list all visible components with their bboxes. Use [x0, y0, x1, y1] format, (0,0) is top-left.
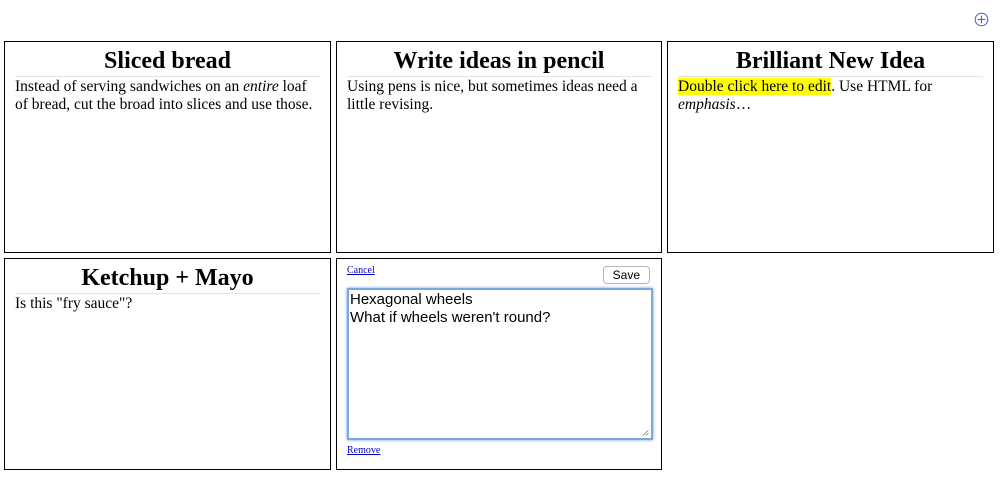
note-textarea[interactable]: Hexagonal wheels What if wheels weren't …	[347, 288, 653, 440]
note-emphasis: entire	[243, 78, 279, 95]
remove-link[interactable]: Remove	[347, 445, 380, 456]
note-editor-card: Cancel Save Hexagonal wheels What if whe…	[336, 258, 662, 470]
note-title: Brilliant New Idea	[678, 47, 983, 77]
note-text: . Use HTML for	[831, 78, 933, 95]
note-text: Instead of serving sandwiches on an	[15, 78, 244, 95]
note-title: Ketchup + Mayo	[15, 264, 320, 294]
note-card[interactable]: Write ideas in pencil Using pens is nice…	[336, 41, 662, 253]
note-card[interactable]: Brilliant New Idea Double click here to …	[667, 41, 994, 253]
note-card[interactable]: Ketchup + Mayo Is this "fry sauce"?	[4, 258, 331, 470]
note-card[interactable]: Sliced bread Instead of serving sandwich…	[4, 41, 331, 253]
note-body[interactable]: Instead of serving sandwiches on an enti…	[15, 78, 320, 114]
cancel-link[interactable]: Cancel	[347, 265, 375, 276]
note-title: Write ideas in pencil	[347, 47, 651, 77]
add-note-button[interactable]	[974, 12, 989, 27]
note-body[interactable]: Is this "fry sauce"?	[15, 295, 320, 313]
save-button[interactable]: Save	[602, 266, 650, 284]
note-body[interactable]: Double click here to edit. Use HTML for …	[678, 78, 983, 114]
plus-circle-icon[interactable]	[974, 12, 989, 27]
note-title: Sliced bread	[15, 47, 320, 77]
note-body[interactable]: Using pens is nice, but sometimes ideas …	[347, 78, 651, 114]
note-highlight: Double click here to edit	[678, 78, 832, 95]
note-text: …	[735, 96, 752, 113]
note-emphasis: emphasis	[678, 96, 736, 113]
resize-grip-icon[interactable]	[642, 429, 649, 436]
